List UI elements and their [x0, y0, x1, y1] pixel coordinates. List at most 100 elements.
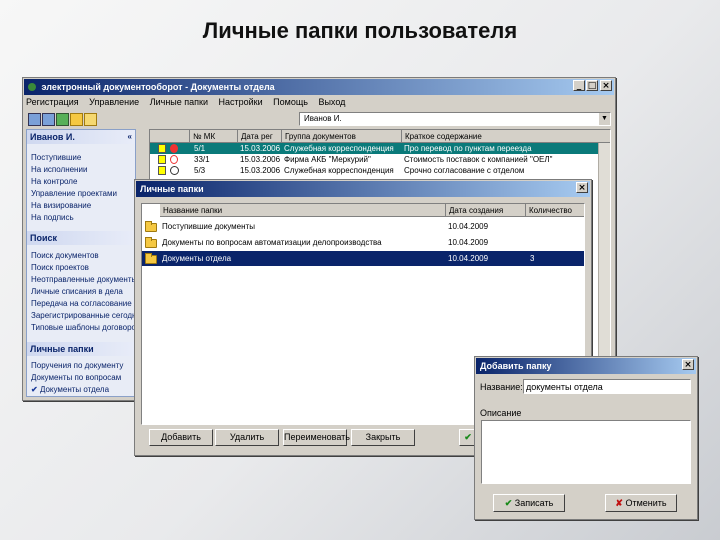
description-textarea[interactable]	[481, 420, 691, 484]
list-item[interactable]: Поступившие документы 10.04.2009	[142, 219, 584, 234]
sidebar-link-control[interactable]: На контроле	[31, 177, 77, 186]
table-row[interactable]: 5/1 15.03.2006 Служебная корреспонденция…	[150, 143, 610, 154]
menu-settings[interactable]: Настройки	[219, 97, 263, 107]
col-header-icons[interactable]	[150, 130, 190, 143]
checkmark-icon: ✔	[504, 498, 513, 508]
folder-icon	[145, 237, 157, 248]
menu-registration[interactable]: Регистрация	[26, 97, 79, 107]
folder-name: Документы по вопросам автоматизации дело…	[162, 238, 382, 247]
row-summary: Про перевод по пунктам переезда	[404, 144, 532, 153]
chevron-down-icon[interactable]: ▼	[599, 113, 610, 125]
sidebar-link-search-docs[interactable]: Поиск документов	[31, 251, 99, 260]
sidebar-folder-orders[interactable]: Поручения по документу	[31, 361, 123, 370]
row-summary: Стоимость поставок с компанией "ОЕЛ"	[404, 155, 553, 164]
flag-icon	[170, 144, 178, 153]
add-folder-dialog-title: Добавить папку	[480, 361, 552, 371]
folder-name-input[interactable]	[523, 379, 691, 394]
toolbar: Иванов И. ▼	[26, 111, 611, 127]
collapse-icon[interactable]: «	[128, 130, 132, 144]
refresh-icon[interactable]	[56, 113, 69, 126]
sidebar-link-approval[interactable]: Передача на согласование	[31, 299, 132, 308]
row-date: 15.03.2006	[240, 155, 281, 164]
close-button[interactable]: ×	[600, 80, 612, 91]
name-label: Название:	[480, 382, 523, 392]
folder-date: 10.04.2009	[448, 254, 489, 263]
sidebar-link-search-projects[interactable]: Поиск проектов	[31, 263, 89, 272]
sidebar-link-templates[interactable]: Типовые шаблоны договоров	[31, 323, 135, 332]
sidebar-link-today[interactable]: Зарегистрированные сегодня	[31, 311, 135, 320]
sidebar: Иванов И. « Поступившие На исполнении На…	[26, 129, 136, 397]
sidebar-link-in-progress[interactable]: На исполнении	[31, 165, 87, 174]
checkmark-icon: ✔	[464, 432, 472, 442]
folder-name: Документы отдела	[162, 254, 232, 263]
open-folder-icon[interactable]	[84, 113, 97, 126]
add-folder-dialog-close-button[interactable]: ×	[682, 359, 694, 370]
minimize-button[interactable]: _	[573, 80, 585, 91]
row-group: Служебная корреспонденция	[284, 166, 394, 175]
folders-dialog-close-button[interactable]: ×	[576, 182, 588, 193]
user-combo-value: Иванов И.	[304, 114, 342, 123]
list-item[interactable]: Документы по вопросам автоматизации дело…	[142, 235, 584, 250]
folder-date: 10.04.2009	[448, 222, 489, 231]
sidebar-folder-department[interactable]: ✔ Документы отдела	[31, 385, 109, 394]
sidebar-folder-questions[interactable]: Документы по вопросам	[31, 373, 121, 382]
sidebar-search-header[interactable]: Поиск	[27, 231, 135, 245]
row-summary: Срочно согласование с отделом	[404, 166, 525, 175]
back-icon[interactable]	[28, 113, 41, 126]
flag-icon	[170, 155, 178, 164]
sidebar-link-projects[interactable]: Управление проектами	[31, 189, 117, 198]
row-number: 5/1	[194, 144, 206, 153]
delete-folder-button[interactable]: Удалить	[215, 429, 279, 446]
sidebar-link-signature[interactable]: На подпись	[31, 213, 74, 222]
list-item[interactable]: Документы отдела 10.04.2009 3	[142, 251, 584, 266]
forward-icon[interactable]	[42, 113, 55, 126]
folder-count: 3	[530, 254, 535, 263]
folder-icon	[145, 221, 157, 232]
col-header-folder-name[interactable]: Название папки	[160, 204, 446, 217]
cancel-button[interactable]: ✘ Отменить	[605, 494, 677, 512]
folder-name: Поступившие документы	[162, 222, 255, 231]
sidebar-link-writeoffs[interactable]: Личные списания в дела	[31, 287, 123, 296]
row-date: 15.03.2006	[240, 166, 281, 175]
sidebar-link-visa[interactable]: На визирование	[31, 201, 91, 210]
row-number: 33/1	[194, 155, 210, 164]
user-combo[interactable]: Иванов И. ▼	[299, 112, 611, 126]
row-number: 5/3	[194, 166, 206, 175]
col-header-number[interactable]: № МК	[190, 130, 238, 143]
close-folders-button[interactable]: Закрыть	[351, 429, 415, 446]
add-folder-button[interactable]: Добавить	[149, 429, 213, 446]
maximize-button[interactable]: □	[586, 80, 598, 91]
main-window-title: электронный документооборот - Документы …	[41, 82, 275, 92]
sidebar-link-unsent[interactable]: Неотправленные документы	[31, 275, 135, 284]
menu-management[interactable]: Управление	[89, 97, 139, 107]
cross-icon: ✘	[615, 498, 623, 508]
row-date: 15.03.2006	[240, 144, 281, 153]
col-header-count[interactable]: Количество	[526, 204, 584, 217]
folder-toolbar-icon[interactable]	[70, 113, 83, 126]
sidebar-user-header[interactable]: Иванов И. «	[27, 130, 135, 144]
menu-exit[interactable]: Выход	[318, 97, 345, 107]
folder-icon	[145, 253, 157, 264]
folders-dialog-titlebar: Личные папки	[136, 181, 590, 197]
menu-personal-folders[interactable]: Личные папки	[150, 97, 208, 107]
col-header-group[interactable]: Группа документов	[282, 130, 402, 143]
menu-help[interactable]: Помощь	[273, 97, 308, 107]
folder-date: 10.04.2009	[448, 238, 489, 247]
col-header-date[interactable]: Дата рег	[238, 130, 282, 143]
slide-title: Личные папки пользователя	[202, 18, 518, 43]
folders-dialog-title: Личные папки	[140, 184, 204, 194]
doc-icon	[158, 155, 166, 164]
col-header-summary[interactable]: Краткое содержание	[402, 130, 610, 143]
save-button[interactable]: ✔ Записать	[493, 494, 565, 512]
doc-icon	[158, 144, 166, 153]
main-window-titlebar: электронный документооборот - Документы …	[24, 79, 614, 95]
col-header-created[interactable]: Дата создания	[446, 204, 526, 217]
description-label: Описание	[480, 408, 522, 418]
table-row[interactable]: 5/3 15.03.2006 Служебная корреспонденция…	[150, 165, 610, 176]
rename-folder-button[interactable]: Переименовать	[283, 429, 350, 446]
row-group: Фирма АКБ "Меркурий"	[284, 155, 371, 164]
sidebar-link-incoming[interactable]: Поступившие	[31, 153, 81, 162]
sidebar-folders-header[interactable]: Личные папки	[27, 342, 135, 356]
table-row[interactable]: 33/1 15.03.2006 Фирма АКБ "Меркурий" Сто…	[150, 154, 610, 165]
add-folder-dialog: Добавить папку × Название: Описание ✔ За…	[474, 356, 698, 520]
